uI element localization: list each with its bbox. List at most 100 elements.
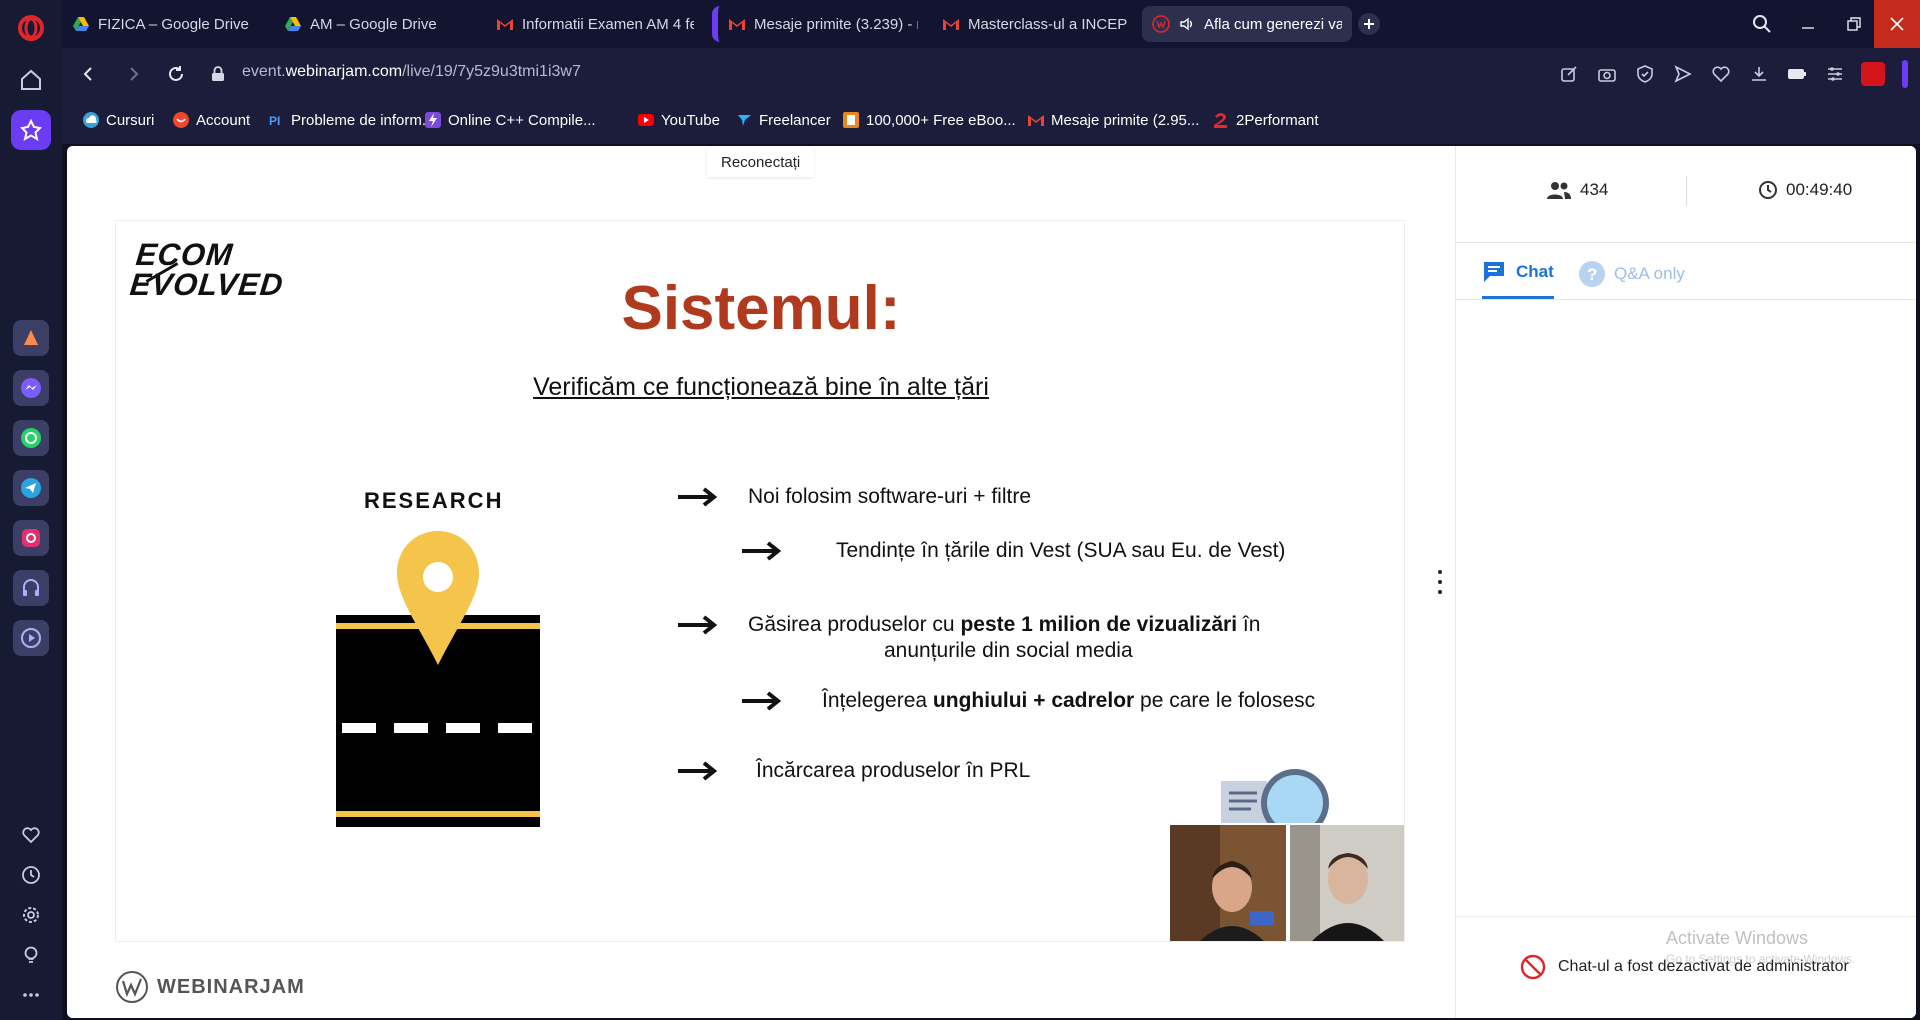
tab-strip: FIZICA – Google Drive AM – Google Drive …: [62, 0, 1920, 48]
speaker-video-1[interactable]: [1170, 825, 1286, 941]
restore-icon: [1847, 17, 1861, 31]
back-button[interactable]: [76, 62, 100, 86]
bullet-3: Găsirea produselor cu peste 1 milion de …: [748, 613, 1260, 637]
close-window-button[interactable]: [1874, 0, 1920, 48]
bullet-5-text: Încărcarea produselor în PRL: [756, 759, 1031, 782]
tab-am-drive[interactable]: AM – Google Drive: [274, 6, 484, 42]
bookmark-label: 100,000+ Free eBoo...: [866, 111, 1016, 129]
presentation-slide: ECOM EVOLVED Sistemul: Verificăm ce func…: [115, 220, 1405, 942]
bullet-3-text: Găsirea produselor cu: [748, 613, 961, 636]
reload-button[interactable]: [164, 62, 188, 86]
speaker-audio-icon[interactable]: [1178, 15, 1196, 33]
music-player-icon[interactable]: [13, 570, 49, 606]
lock-icon[interactable]: [206, 62, 230, 86]
search-tabs-button[interactable]: [1739, 0, 1785, 48]
url-field[interactable]: event.webinarjam.com/live/19/7y5z9u3tmi1…: [242, 63, 581, 81]
heart-icon[interactable]: [11, 815, 51, 855]
sidebar-toggle[interactable]: [1902, 60, 1908, 88]
gmail-icon: [1028, 115, 1044, 126]
stat-divider: [1686, 176, 1687, 206]
search-icon: [1753, 15, 1771, 33]
bullet-1: Noi folosim software-uri + filtre: [748, 485, 1031, 509]
bookmark-mesaje-primite[interactable]: Mesaje primite (2.95...: [1027, 111, 1199, 129]
bookmark-youtube[interactable]: YouTube: [637, 111, 720, 129]
clock-icon: [1759, 181, 1777, 199]
easy-setup-icon[interactable]: [1823, 62, 1847, 86]
tab-label: Mesaje primite (3.239) - m: [754, 15, 918, 33]
bookmarks-bar: Cursuri Account PI Probleme de inform...…: [62, 100, 1920, 144]
restore-button[interactable]: [1831, 0, 1877, 48]
tab-qa-only[interactable]: ? Q&A only: [1578, 260, 1685, 288]
chat-disabled-text: Chat-ul a fost dezactivat de administrat…: [1558, 958, 1849, 975]
home-icon[interactable]: [11, 60, 51, 100]
url-prefix: event.: [242, 63, 286, 80]
bookmark-probleme-informatica[interactable]: PI Probleme de inform...: [267, 111, 434, 129]
history-icon[interactable]: [11, 855, 51, 895]
tab-masterclass[interactable]: Masterclass-ul a INCEPUT!: [932, 6, 1138, 42]
bookmark-online-cpp-compiler[interactable]: Online C++ Compile...: [424, 111, 596, 129]
minimize-button[interactable]: [1785, 0, 1831, 48]
tab-webinar-active[interactable]: Afla cum generezi van: [1142, 6, 1352, 42]
gmail-icon: [497, 19, 513, 30]
tab-mesaje-primite[interactable]: Mesaje primite (3.239) - m: [712, 6, 928, 42]
vpn-shield-icon[interactable]: [1633, 62, 1657, 86]
opera-logo-icon[interactable]: [11, 8, 51, 48]
minimize-icon: [1802, 27, 1814, 29]
url-path: /live/19/7y5z9u3tmi1i3w7: [402, 63, 581, 80]
pinboard-icon[interactable]: [11, 110, 51, 150]
gmail-icon: [943, 19, 959, 30]
profile-avatar[interactable]: [1861, 62, 1885, 86]
telegram-icon[interactable]: [13, 470, 49, 506]
instagram-icon[interactable]: [13, 520, 49, 556]
research-label: RESEARCH: [364, 488, 504, 513]
whatsapp-icon[interactable]: [13, 420, 49, 456]
forward-button[interactable]: [122, 62, 146, 86]
download-icon[interactable]: [1747, 62, 1771, 86]
people-icon: [1547, 182, 1571, 199]
lightbulb-icon[interactable]: [11, 935, 51, 975]
new-tab-button[interactable]: [1358, 13, 1380, 35]
chat-disabled-notice: Chat-ul a fost dezactivat de administrat…: [1520, 954, 1849, 980]
research-road-pin-illustration: [336, 531, 540, 827]
question-icon: ?: [1579, 261, 1605, 287]
attendee-count: 434: [1546, 180, 1608, 200]
webinarjam-logo-text: WEBINARJAM: [157, 975, 305, 998]
bullet-4: Înțelegerea unghiului + cadrelor pe care…: [822, 689, 1315, 713]
bookmark-account[interactable]: Account: [172, 111, 250, 129]
presentation-stage: Reconectați ECOM EVOLVED Sistemul: Verif…: [67, 146, 1455, 1018]
bookmark-label: Freelancer: [759, 111, 831, 129]
session-timer: 00:49:40: [1758, 180, 1852, 200]
aria-app-icon[interactable]: [13, 320, 49, 356]
google-drive-icon: [285, 17, 301, 31]
tab-fizica-drive[interactable]: FIZICA – Google Drive: [62, 6, 272, 42]
tab-label: AM – Google Drive: [310, 15, 437, 33]
messenger-icon[interactable]: [13, 370, 49, 406]
tab-chat[interactable]: Chat: [1482, 260, 1554, 299]
camera-icon[interactable]: [1595, 62, 1619, 86]
bookmark-freelancer[interactable]: Freelancer: [735, 111, 831, 129]
reload-icon: [169, 66, 183, 81]
address-toolbar: event.webinarjam.com/live/19/7y5z9u3tmi1…: [62, 48, 1920, 100]
player-icon[interactable]: [13, 620, 49, 656]
battery-saver-icon[interactable]: [1785, 62, 1809, 86]
stage-menu-button[interactable]: [1432, 570, 1448, 594]
tab-label: Masterclass-ul a INCEPUT!: [968, 15, 1128, 33]
svg-text:PI: PI: [269, 114, 280, 128]
send-icon[interactable]: [1671, 62, 1695, 86]
favorite-heart-icon[interactable]: [1709, 62, 1733, 86]
bookmark-2performant[interactable]: 2Performant: [1212, 111, 1319, 129]
bullet-arrow-icon: [678, 487, 718, 507]
bookmark-cursuri[interactable]: Cursuri: [82, 111, 154, 129]
panel-divider: [1456, 242, 1916, 243]
reconnect-button[interactable]: Reconectați: [707, 148, 815, 177]
tab-informatii-examen[interactable]: Informatii Examen AM 4 fe: [486, 6, 704, 42]
speaker-video-2[interactable]: [1290, 825, 1405, 941]
chat-footer-divider: [1456, 916, 1916, 917]
bookmark-free-ebooks[interactable]: 100,000+ Free eBoo...: [842, 111, 1016, 129]
chat-panel: 434 00:49:40 Chat ? Q&A only Activate Wi…: [1455, 146, 1916, 1018]
more-dots-icon[interactable]: [11, 975, 51, 1015]
edit-snapshot-icon[interactable]: [1557, 62, 1581, 86]
settings-gear-icon[interactable]: [11, 895, 51, 935]
account-icon: [173, 112, 189, 128]
bullet-3-post: în: [1237, 613, 1261, 636]
